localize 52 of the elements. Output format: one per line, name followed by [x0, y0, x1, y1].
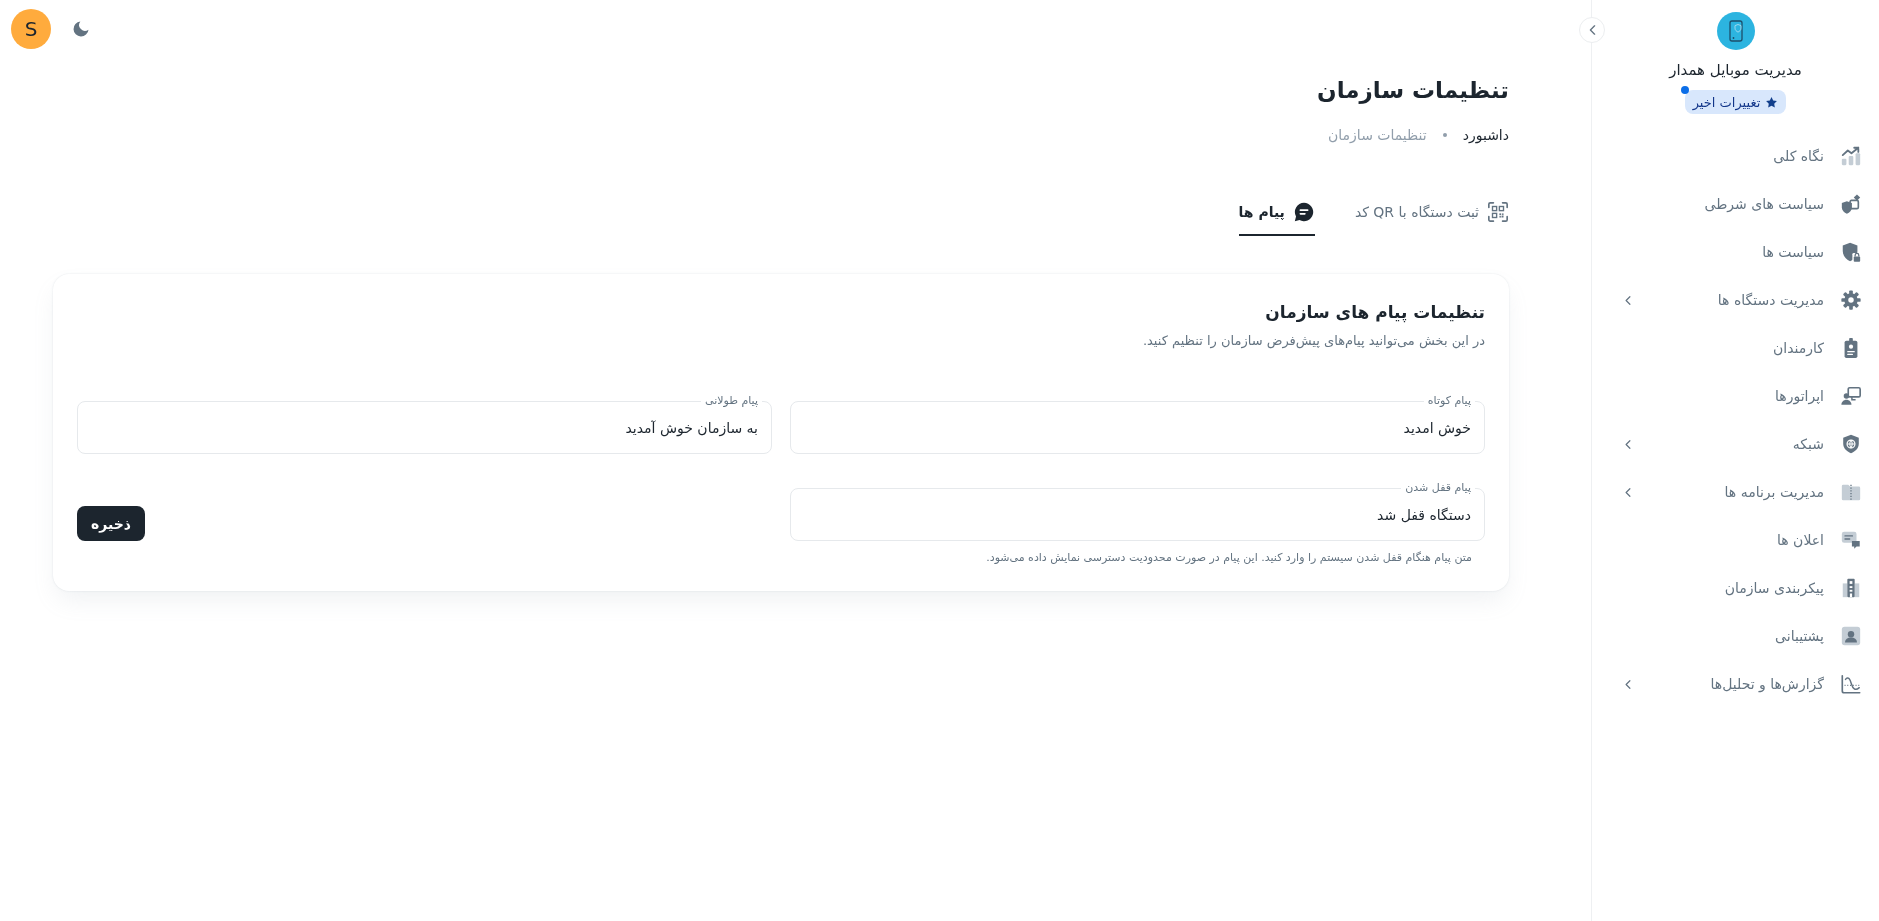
field-label: پیام کوتاه	[1426, 393, 1472, 409]
chevron-icon	[1625, 439, 1631, 449]
sidebar-item[interactable]: اعلان ها	[1600, 518, 1871, 562]
text-field[interactable]: پیام کوتاه خوش امدید	[790, 393, 1485, 454]
shield-globe-icon	[1840, 433, 1862, 455]
person-square-icon	[1840, 625, 1862, 647]
tab[interactable]: ثبت دستگاه با QR کد	[1354, 188, 1509, 236]
qr-code-icon	[1487, 201, 1509, 223]
page-title: تنظیمات سازمان	[1316, 76, 1509, 106]
sidebar-item[interactable]: سیاست ها	[1600, 230, 1871, 274]
field-label: پیام طولانی	[704, 393, 759, 409]
breadcrumb-item: تنظیمات سازمان	[1328, 126, 1427, 145]
sidebar-item[interactable]: گزارش‌ها و تحلیل‌ها	[1600, 662, 1871, 706]
sidebar-item[interactable]: شبکه	[1600, 422, 1871, 466]
sidebar-item[interactable]: کارمندان	[1600, 326, 1871, 370]
chat-bubbles-icon	[1840, 529, 1862, 551]
star-icon	[1765, 95, 1779, 109]
field-label: پیام قفل شدن	[1404, 480, 1472, 496]
gear-icon	[1840, 289, 1862, 311]
dot-icon	[1442, 133, 1447, 137]
logo-icon	[1716, 12, 1755, 50]
person-monitor-icon	[1840, 385, 1862, 407]
sidebar-item[interactable]: پیکربندی سازمان	[1600, 566, 1871, 610]
sidebar-item[interactable]: پشتیبانی	[1600, 614, 1871, 658]
card-title: تنظیمات پیام های سازمان	[1264, 301, 1485, 325]
shield-lock-icon	[1840, 241, 1862, 263]
app-title: مدیریت موبایل همدار	[1669, 60, 1802, 81]
chevron-icon	[1625, 679, 1631, 689]
recent-changes-badge[interactable]: تغییرات اخیر	[1684, 90, 1787, 114]
chevron-icon	[1625, 295, 1631, 305]
tab[interactable]: پیام ها	[1238, 188, 1315, 236]
curve-chart-icon	[1840, 673, 1862, 695]
sidebar-item[interactable]: نگاه کلی	[1600, 134, 1871, 178]
collapse-sidebar-button[interactable]	[1579, 17, 1605, 43]
breadcrumb-item[interactable]: داشبورد	[1462, 124, 1509, 146]
text-field[interactable]: پیام طولانی به سازمان خوش آمدید	[77, 393, 772, 454]
sidebar-item[interactable]: مدیریت برنامه ها	[1600, 470, 1871, 514]
moon-icon[interactable]	[71, 19, 91, 39]
sidebar-item[interactable]: اپراتورها	[1600, 374, 1871, 418]
chevron-icon	[1625, 487, 1631, 497]
text-field[interactable]: پیام قفل شدن دستگاه قفل شد	[790, 480, 1485, 541]
sidebar-item[interactable]: سیاست های شرطی	[1600, 182, 1871, 226]
helper-text: متن پیام هنگام قفل شدن سیستم را وارد کنید. این پیام در صورت محدودیت دسترسی نمایش داده می‌شود.	[985, 550, 1472, 566]
building-icon	[1840, 577, 1862, 599]
chevron-icon	[1588, 25, 1596, 35]
card-description: در این بخش می‌توانید پیام‌های پیش‌فرض سازمان را تنظیم کنید.	[1141, 332, 1485, 351]
chat-icon	[1292, 201, 1315, 223]
sidebar-item[interactable]: مدیریت دستگاه ها	[1600, 278, 1871, 322]
save-button[interactable]: ذخیره	[77, 506, 145, 541]
chart-icon	[1840, 145, 1862, 167]
avatar[interactable]: S	[11, 9, 51, 49]
shield-shapes-icon	[1840, 193, 1862, 215]
